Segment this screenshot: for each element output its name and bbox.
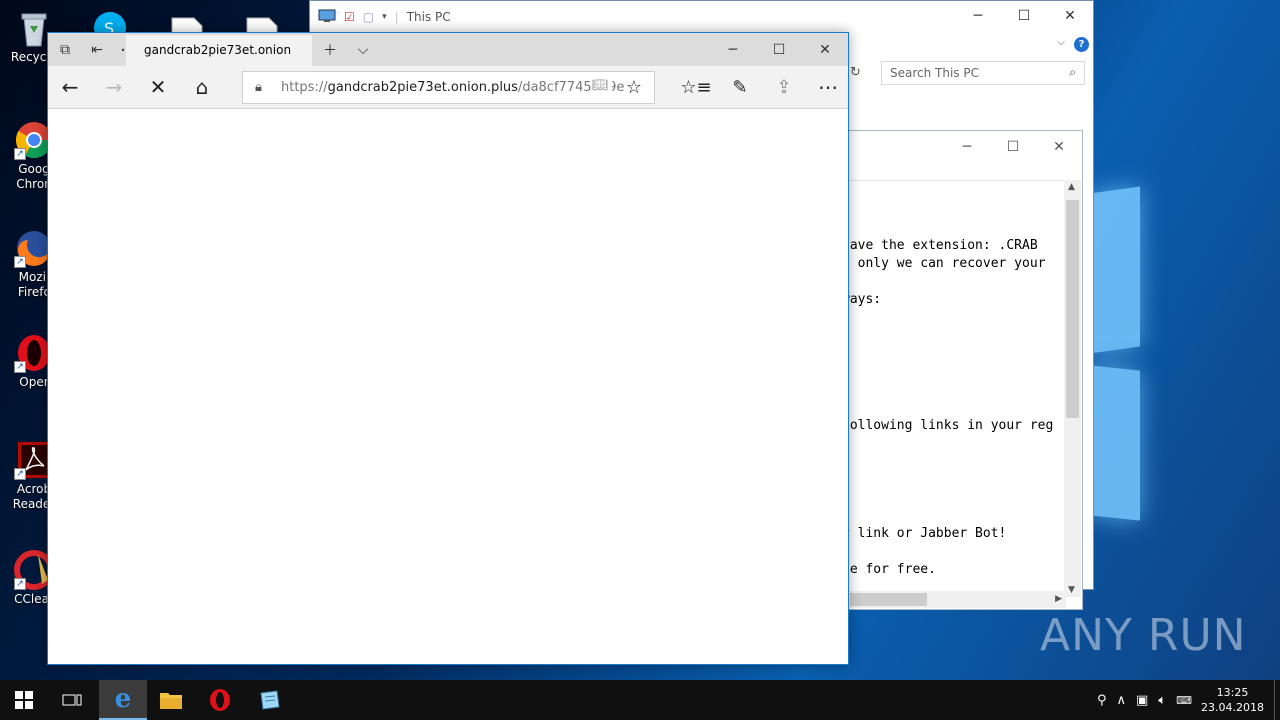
search-placeholder: Search This PC [890, 66, 979, 80]
clock[interactable]: 13:25 23.04.2018 [1201, 685, 1264, 715]
folder-icon [160, 693, 182, 709]
favorite-star-icon[interactable]: ☆ [626, 77, 642, 98]
shortcut-arrow-icon: ↗ [14, 256, 26, 268]
chevron-down-icon[interactable]: ▾ [382, 12, 387, 22]
note-line: have the extension: .CRAB [842, 238, 1038, 253]
tab-preview-icon[interactable]: ⧉ [50, 37, 80, 63]
clock-date: 23.04.2018 [1201, 701, 1264, 714]
refresh-icon[interactable]: ↻ [850, 65, 861, 80]
note-line: d only we can recover your [842, 256, 1046, 271]
notepad-icon [260, 690, 280, 710]
taskbar-file-explorer[interactable] [147, 680, 195, 720]
network-icon[interactable]: ▣ [1136, 693, 1148, 708]
horizontal-scrollbar[interactable]: ▶ [842, 591, 1066, 608]
ribbon-expand-icon[interactable]: ⌵ [1057, 37, 1065, 48]
taskbar-edge[interactable]: e [99, 680, 147, 720]
new-folder-icon[interactable]: ▢ [363, 10, 374, 24]
show-hidden-icons-chevron[interactable]: ∧ [1117, 693, 1127, 708]
note-line: r link or Jabber Bot! [842, 526, 1007, 541]
minimize-button[interactable]: ─ [718, 37, 748, 63]
windows-wallpaper-logo [1090, 186, 1140, 521]
note-line: following links in your reg [842, 418, 1054, 433]
explorer-title: This PC [406, 10, 451, 24]
system-tray: ⚲ ∧ ▣ 🔈︎ ⌨ 13:25 23.04.2018 [1092, 680, 1280, 720]
address-bar[interactable]: 🔒︎ https:// gandcrab2pie73et.onion.plus … [242, 71, 655, 104]
tab-bar: ⧉ ⇤ • gandcrab2pie73et.onion ＋ ⌵ ─ ☐ ✕ [48, 33, 848, 66]
more-menu-icon[interactable]: ⋯ [806, 72, 850, 102]
minimize-button[interactable]: ─ [944, 133, 990, 161]
note-text-area[interactable]: have the extension: .CRAB d only we can … [842, 180, 1066, 597]
computer-icon [318, 9, 336, 26]
people-icon[interactable]: ⚲ [1097, 693, 1107, 708]
task-view-button[interactable] [48, 680, 96, 720]
web-note-pen-icon[interactable]: ✎ [718, 72, 762, 102]
taskbar: e ⚲ ∧ ▣ 🔈︎ ⌨ 13:25 23.04.2018 [0, 680, 1280, 720]
minimize-button[interactable]: ─ [955, 1, 1001, 31]
vertical-scrollbar[interactable]: ▲ ▼ [1064, 180, 1081, 597]
show-desktop-button[interactable] [1274, 680, 1280, 720]
search-input[interactable]: Search This PC ⌕ [881, 61, 1085, 85]
tab-title: gandcrab2pie73et.onion [144, 43, 292, 57]
edge-browser-window[interactable]: ⧉ ⇤ • gandcrab2pie73et.onion ＋ ⌵ ─ ☐ ✕ ←… [47, 32, 849, 665]
watermark-text: ANY RUN [1040, 610, 1247, 661]
task-view-icon [62, 694, 82, 706]
taskbar-opera[interactable] [196, 680, 244, 720]
edge-icon: e [114, 684, 132, 714]
note-line: le for free. [842, 562, 936, 577]
share-icon[interactable]: ⇪ [762, 72, 806, 102]
close-button[interactable]: ✕ [1036, 133, 1082, 161]
help-icon[interactable]: ? [1074, 37, 1089, 52]
close-button[interactable]: ✕ [810, 37, 840, 63]
tab-list-chevron-icon[interactable]: ⌵ [348, 37, 378, 63]
maximize-button[interactable]: ☐ [990, 133, 1036, 161]
stop-loading-button[interactable]: ✕ [136, 72, 180, 102]
scroll-down-arrow-icon[interactable]: ▼ [1068, 585, 1075, 595]
ransom-note-window[interactable]: ─ ☐ ✕ have the extension: .CRAB d only w… [841, 130, 1083, 610]
maximize-button[interactable]: ☐ [764, 37, 794, 63]
favorites-hub-icon[interactable]: ☆≡ [674, 72, 718, 102]
opera-icon [210, 689, 230, 711]
forward-button[interactable]: → [92, 72, 136, 102]
reading-view-icon[interactable]: 📖︎ [592, 78, 612, 93]
anyrun-watermark: ANY RUN [1040, 610, 1247, 661]
volume-icon[interactable]: 🔈︎ [1158, 693, 1166, 708]
shortcut-arrow-icon: ↗ [14, 361, 26, 373]
search-icon: ⌕ [1069, 65, 1076, 79]
shortcut-arrow-icon: ↗ [14, 468, 26, 480]
navigation-toolbar: ← → ✕ ⌂ 🔒︎ https:// gandcrab2pie73et.oni… [48, 66, 848, 109]
home-button[interactable]: ⌂ [180, 72, 224, 102]
scroll-up-arrow-icon[interactable]: ▲ [1068, 182, 1075, 192]
shortcut-arrow-icon: ↗ [14, 578, 26, 590]
shortcut-arrow-icon: ↗ [14, 148, 26, 160]
url-host: gandcrab2pie73et.onion.plus [327, 80, 518, 95]
maximize-button[interactable]: ☐ [1001, 1, 1047, 31]
new-tab-button[interactable]: ＋ [315, 37, 345, 63]
page-content-blank[interactable] [48, 109, 848, 664]
properties-icon[interactable]: ☑ [344, 10, 355, 24]
browser-tab[interactable]: gandcrab2pie73et.onion [126, 35, 312, 66]
scrollbar-thumb[interactable] [850, 593, 927, 606]
input-language-icon[interactable]: ⌨ [1176, 694, 1192, 707]
scrollbar-thumb[interactable] [1066, 200, 1079, 418]
start-button[interactable] [0, 680, 48, 720]
clock-time: 13:25 [1216, 686, 1249, 699]
lock-icon: 🔒︎ [255, 80, 262, 95]
back-button[interactable]: ← [48, 72, 92, 102]
taskbar-notepad[interactable] [245, 680, 293, 720]
close-button[interactable]: ✕ [1047, 1, 1093, 31]
windows-start-icon [15, 691, 33, 709]
url-scheme: https:// [281, 80, 328, 95]
scroll-right-arrow-icon[interactable]: ▶ [1055, 594, 1062, 604]
